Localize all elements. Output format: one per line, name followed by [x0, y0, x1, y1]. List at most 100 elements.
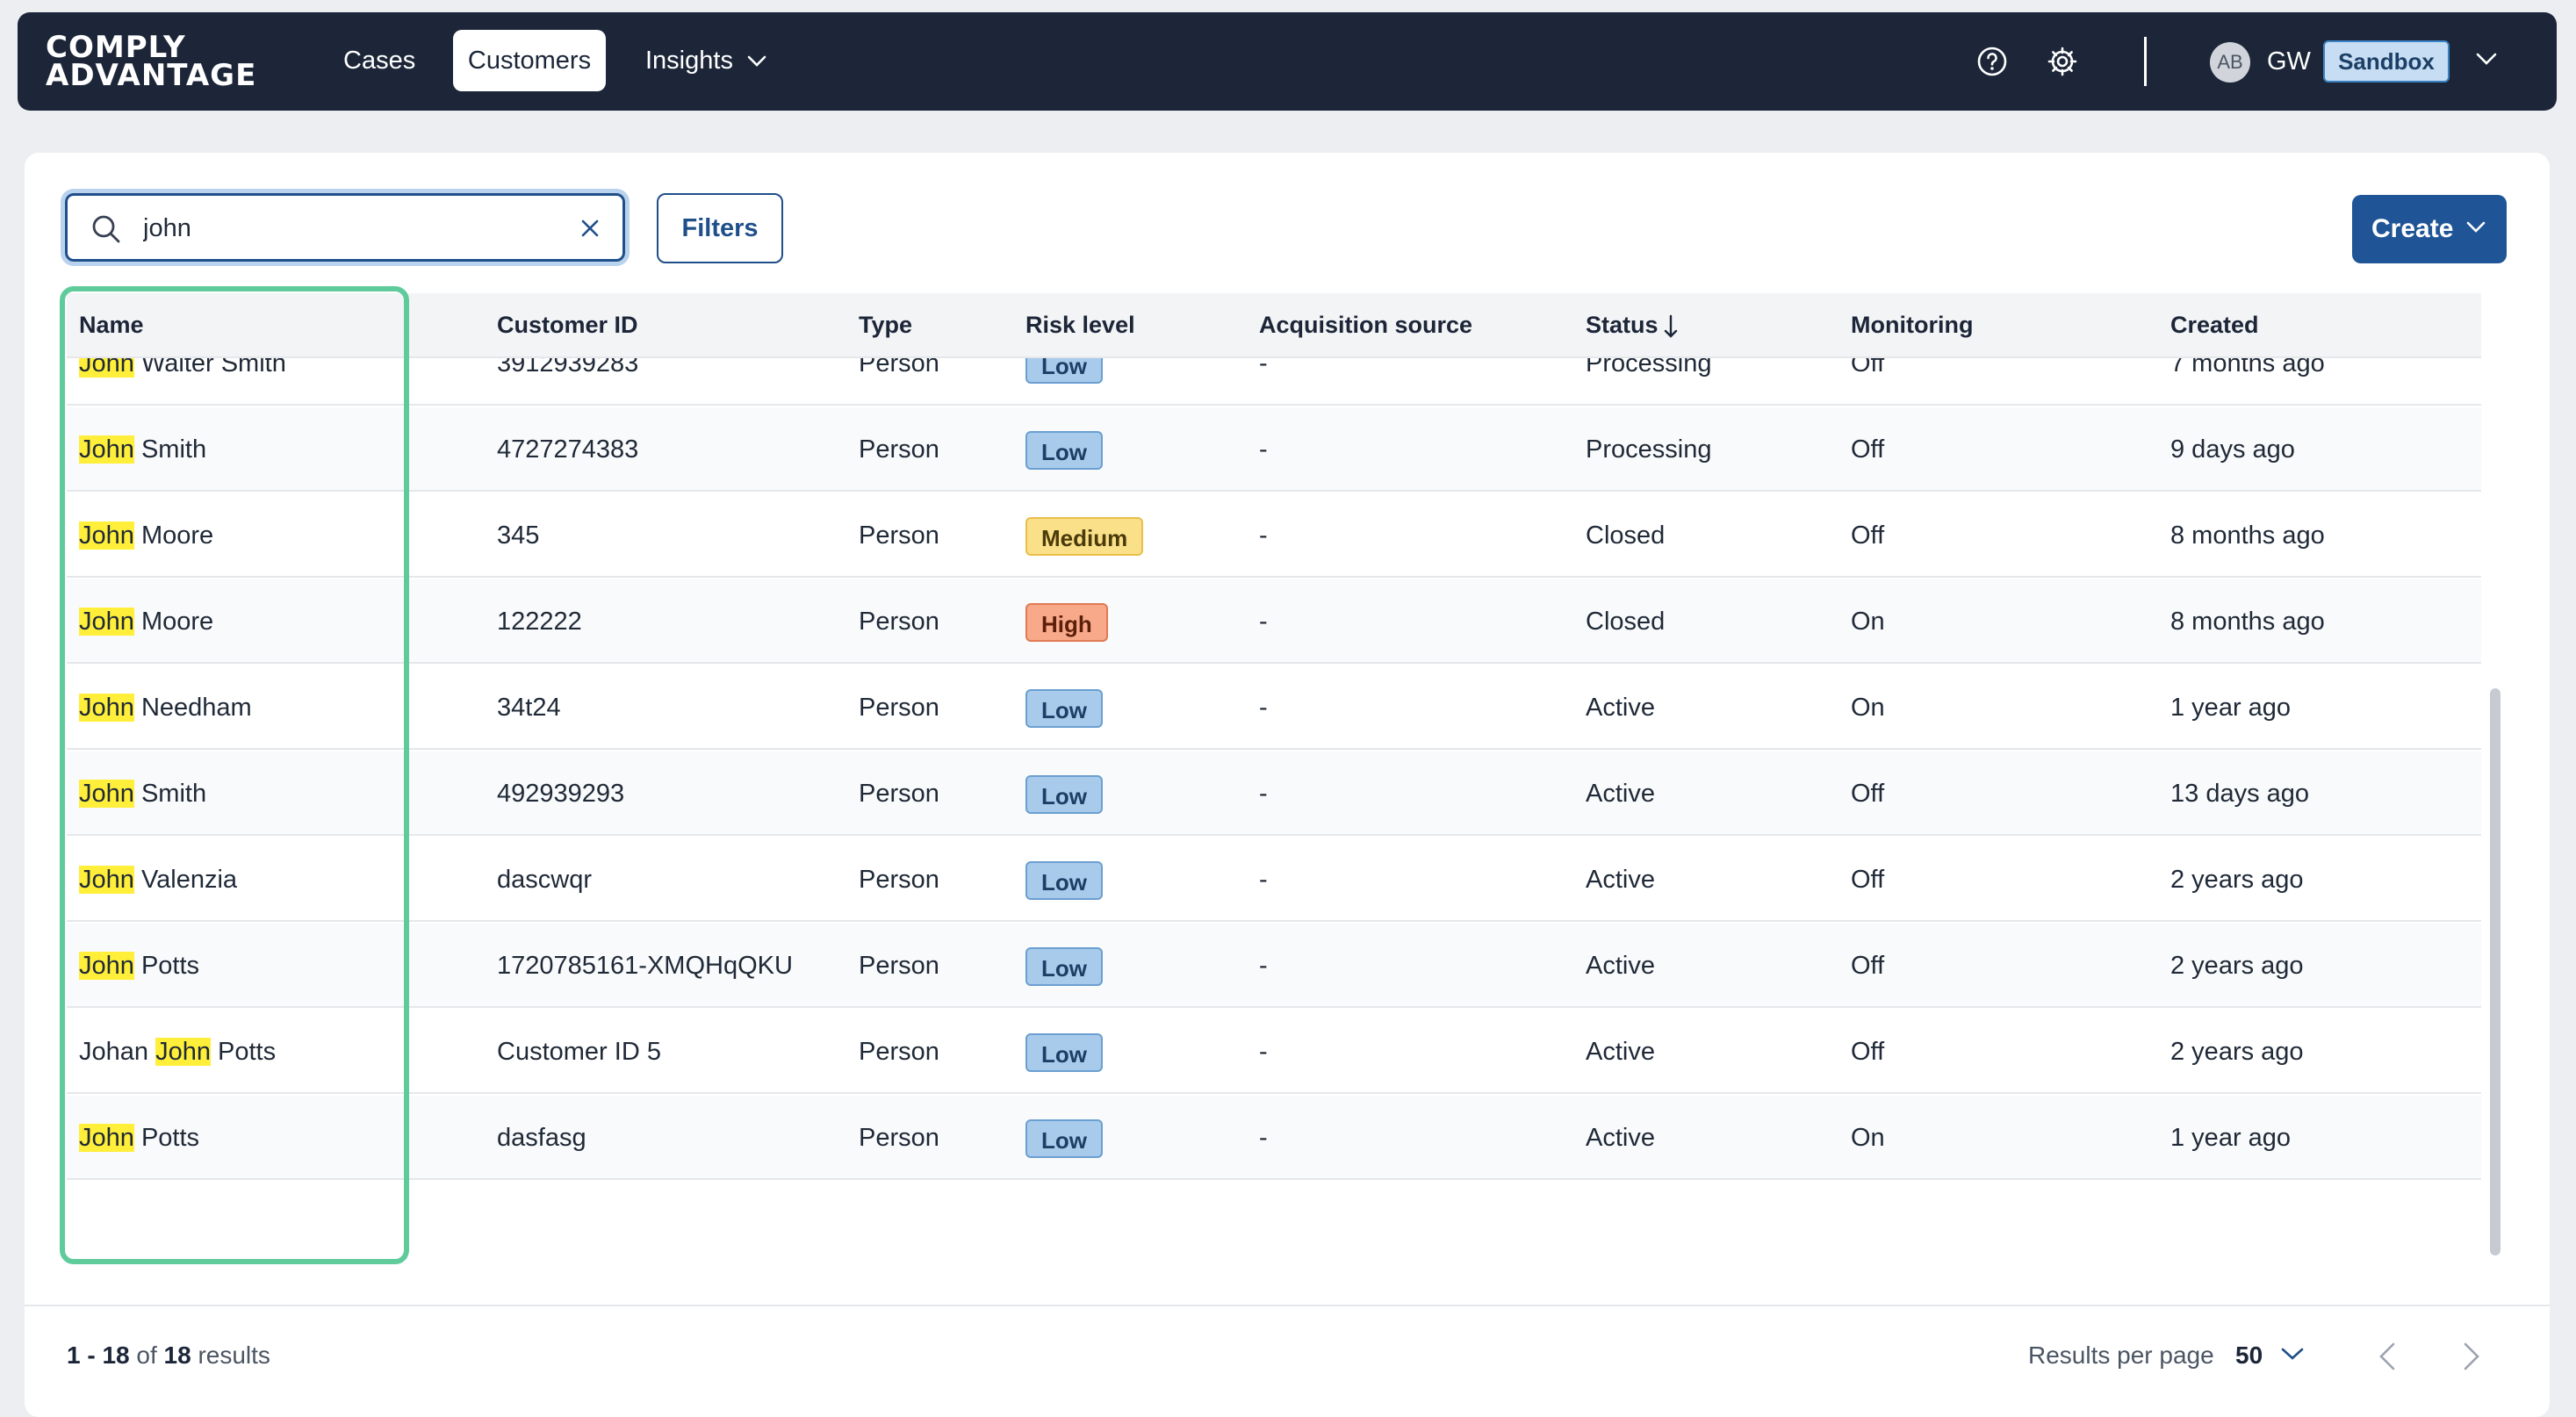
results-per-page-value[interactable]: 50	[2235, 1340, 2263, 1371]
monitoring-state: On	[1851, 1124, 1885, 1152]
created-date: 8 months ago	[2170, 608, 2325, 636]
created-date: 13 days ago	[2170, 780, 2310, 808]
customer-status: Processing	[1586, 435, 1712, 464]
results-total: 18	[163, 1341, 191, 1369]
table-row[interactable]: John Moore 122222 Person High - Closed On 8 mon…	[67, 579, 2481, 664]
monitoring-state: Off	[1851, 435, 1885, 464]
customer-status: Active	[1586, 866, 1655, 894]
created-date: 1 year ago	[2170, 694, 2292, 722]
risk-badge: Medium	[1025, 517, 1144, 557]
created-date: 8 months ago	[2170, 521, 2325, 550]
results-count: 1 - 18 of 18 results	[67, 1340, 270, 1371]
table-row[interactable]: John Smith 4727274383 Person Low - Processing…	[67, 407, 2481, 492]
table-row[interactable]: John Potts 1720785161-XMQHqQKU Person Low - A…	[67, 924, 2481, 1008]
sort-descending-icon	[1664, 314, 1677, 338]
table-row[interactable]: John Smith 492939293 Person Low - Active Off 13…	[67, 752, 2481, 836]
risk-badge: Low	[1025, 775, 1103, 815]
created-date: 1 year ago	[2170, 1124, 2292, 1152]
risk-badge: Low	[1025, 689, 1103, 729]
col-status[interactable]: Status	[1586, 293, 1678, 356]
risk-badge: Low	[1025, 1033, 1103, 1073]
customer-id: 122222	[497, 608, 582, 636]
table-header: Name Customer ID Type Risk level Acquisi…	[67, 293, 2481, 358]
acquisition-source: -	[1259, 435, 1268, 464]
clear-search-icon[interactable]	[579, 217, 601, 240]
avatar[interactable]: AB	[2210, 42, 2250, 83]
created-date: 9 days ago	[2170, 435, 2295, 464]
customer-status: Active	[1586, 952, 1655, 980]
customer-type: Person	[859, 780, 939, 808]
monitoring-state: Off	[1851, 1038, 1885, 1066]
next-page-icon[interactable]	[2458, 1341, 2483, 1371]
risk-badge: Low	[1025, 1119, 1103, 1159]
customer-status: Active	[1586, 1038, 1655, 1066]
risk-level-cell: Low	[1025, 752, 1103, 836]
acquisition-source: -	[1259, 780, 1268, 808]
user-menu-chevron-icon[interactable]	[2476, 52, 2497, 66]
create-button[interactable]: Create	[2352, 195, 2507, 263]
filters-button[interactable]: Filters	[657, 193, 783, 263]
customer-status: Closed	[1586, 521, 1666, 550]
col-acquisition-source[interactable]: Acquisition source	[1259, 293, 1472, 356]
chevron-down-icon	[2466, 221, 2486, 233]
table-row[interactable]: John Valenzia dascwqr Person Low - Active Off 2…	[67, 838, 2481, 922]
customer-status: Active	[1586, 694, 1655, 722]
nav-insights[interactable]: Insights	[631, 30, 781, 91]
customer-type: Person	[859, 521, 939, 550]
customer-id: Customer ID 5	[497, 1038, 661, 1066]
search-box[interactable]	[65, 193, 625, 262]
logo-line-2: ADVANTAGE	[46, 58, 257, 93]
customer-type: Person	[859, 1038, 939, 1066]
table-scrollbar-thumb[interactable]	[2490, 688, 2500, 1255]
nav-divider	[2144, 37, 2147, 86]
results-of: of	[129, 1341, 164, 1369]
customers-table: John Smith2301020002PersonLow-Processing…	[67, 293, 2481, 1255]
acquisition-source: -	[1259, 694, 1268, 722]
risk-level-cell: High	[1025, 579, 1108, 664]
col-customer-id[interactable]: Customer ID	[497, 293, 638, 356]
create-button-label: Create	[2371, 214, 2454, 243]
customer-type: Person	[859, 608, 939, 636]
created-date: 2 years ago	[2170, 866, 2304, 894]
table-row[interactable]: Johan John Potts Customer ID 5 Person Low - A…	[67, 1010, 2481, 1094]
results-suffix: results	[191, 1341, 270, 1369]
acquisition-source: -	[1259, 866, 1268, 894]
risk-badge: High	[1025, 603, 1108, 643]
user-initials[interactable]: GW	[2267, 44, 2311, 79]
col-monitoring[interactable]: Monitoring	[1851, 293, 1973, 356]
customer-id: 345	[497, 521, 540, 550]
col-created[interactable]: Created	[2170, 293, 2259, 356]
customer-type: Person	[859, 952, 939, 980]
customer-id: dascwqr	[497, 866, 592, 894]
col-type[interactable]: Type	[859, 293, 912, 356]
col-risk-level[interactable]: Risk level	[1025, 293, 1135, 356]
customer-id: 4727274383	[497, 435, 639, 464]
search-input[interactable]	[141, 208, 540, 248]
table-row[interactable]: John Moore 345 Person Medium - Closed Off 8 mon…	[67, 493, 2481, 578]
per-page-chevron-down-icon[interactable]	[2281, 1347, 2304, 1361]
risk-level-cell: Low	[1025, 1096, 1103, 1180]
customer-type: Person	[859, 866, 939, 894]
help-icon[interactable]	[1974, 43, 2011, 80]
name-column-highlight-frame	[60, 286, 409, 1264]
nav-insights-label: Insights	[645, 47, 733, 75]
environment-badge: Sandbox	[2323, 40, 2450, 83]
risk-level-cell: Low	[1025, 924, 1103, 1008]
customer-id: 1720785161-XMQHqQKU	[497, 952, 793, 980]
risk-badge: Low	[1025, 947, 1103, 987]
nav-customers[interactable]: Customers	[453, 30, 606, 91]
previous-page-icon[interactable]	[2376, 1341, 2400, 1371]
acquisition-source: -	[1259, 521, 1268, 550]
monitoring-state: Off	[1851, 866, 1885, 894]
search-icon	[92, 215, 120, 243]
customer-id: 34t24	[497, 694, 561, 722]
acquisition-source: -	[1259, 608, 1268, 636]
acquisition-source: -	[1259, 1124, 1268, 1152]
risk-level-cell: Low	[1025, 407, 1103, 492]
customer-id: dasfasg	[497, 1124, 586, 1152]
table-row[interactable]: John Needham 34t24 Person Low - Active On 1 yea…	[67, 665, 2481, 750]
table-row[interactable]: John Potts dasfasg Person Low - Active On 1 yea…	[67, 1096, 2481, 1180]
nav-cases[interactable]: Cases	[329, 30, 429, 91]
company-logo[interactable]: COMPLY ADVANTAGE	[46, 32, 257, 93]
settings-gear-icon[interactable]	[2044, 43, 2081, 80]
